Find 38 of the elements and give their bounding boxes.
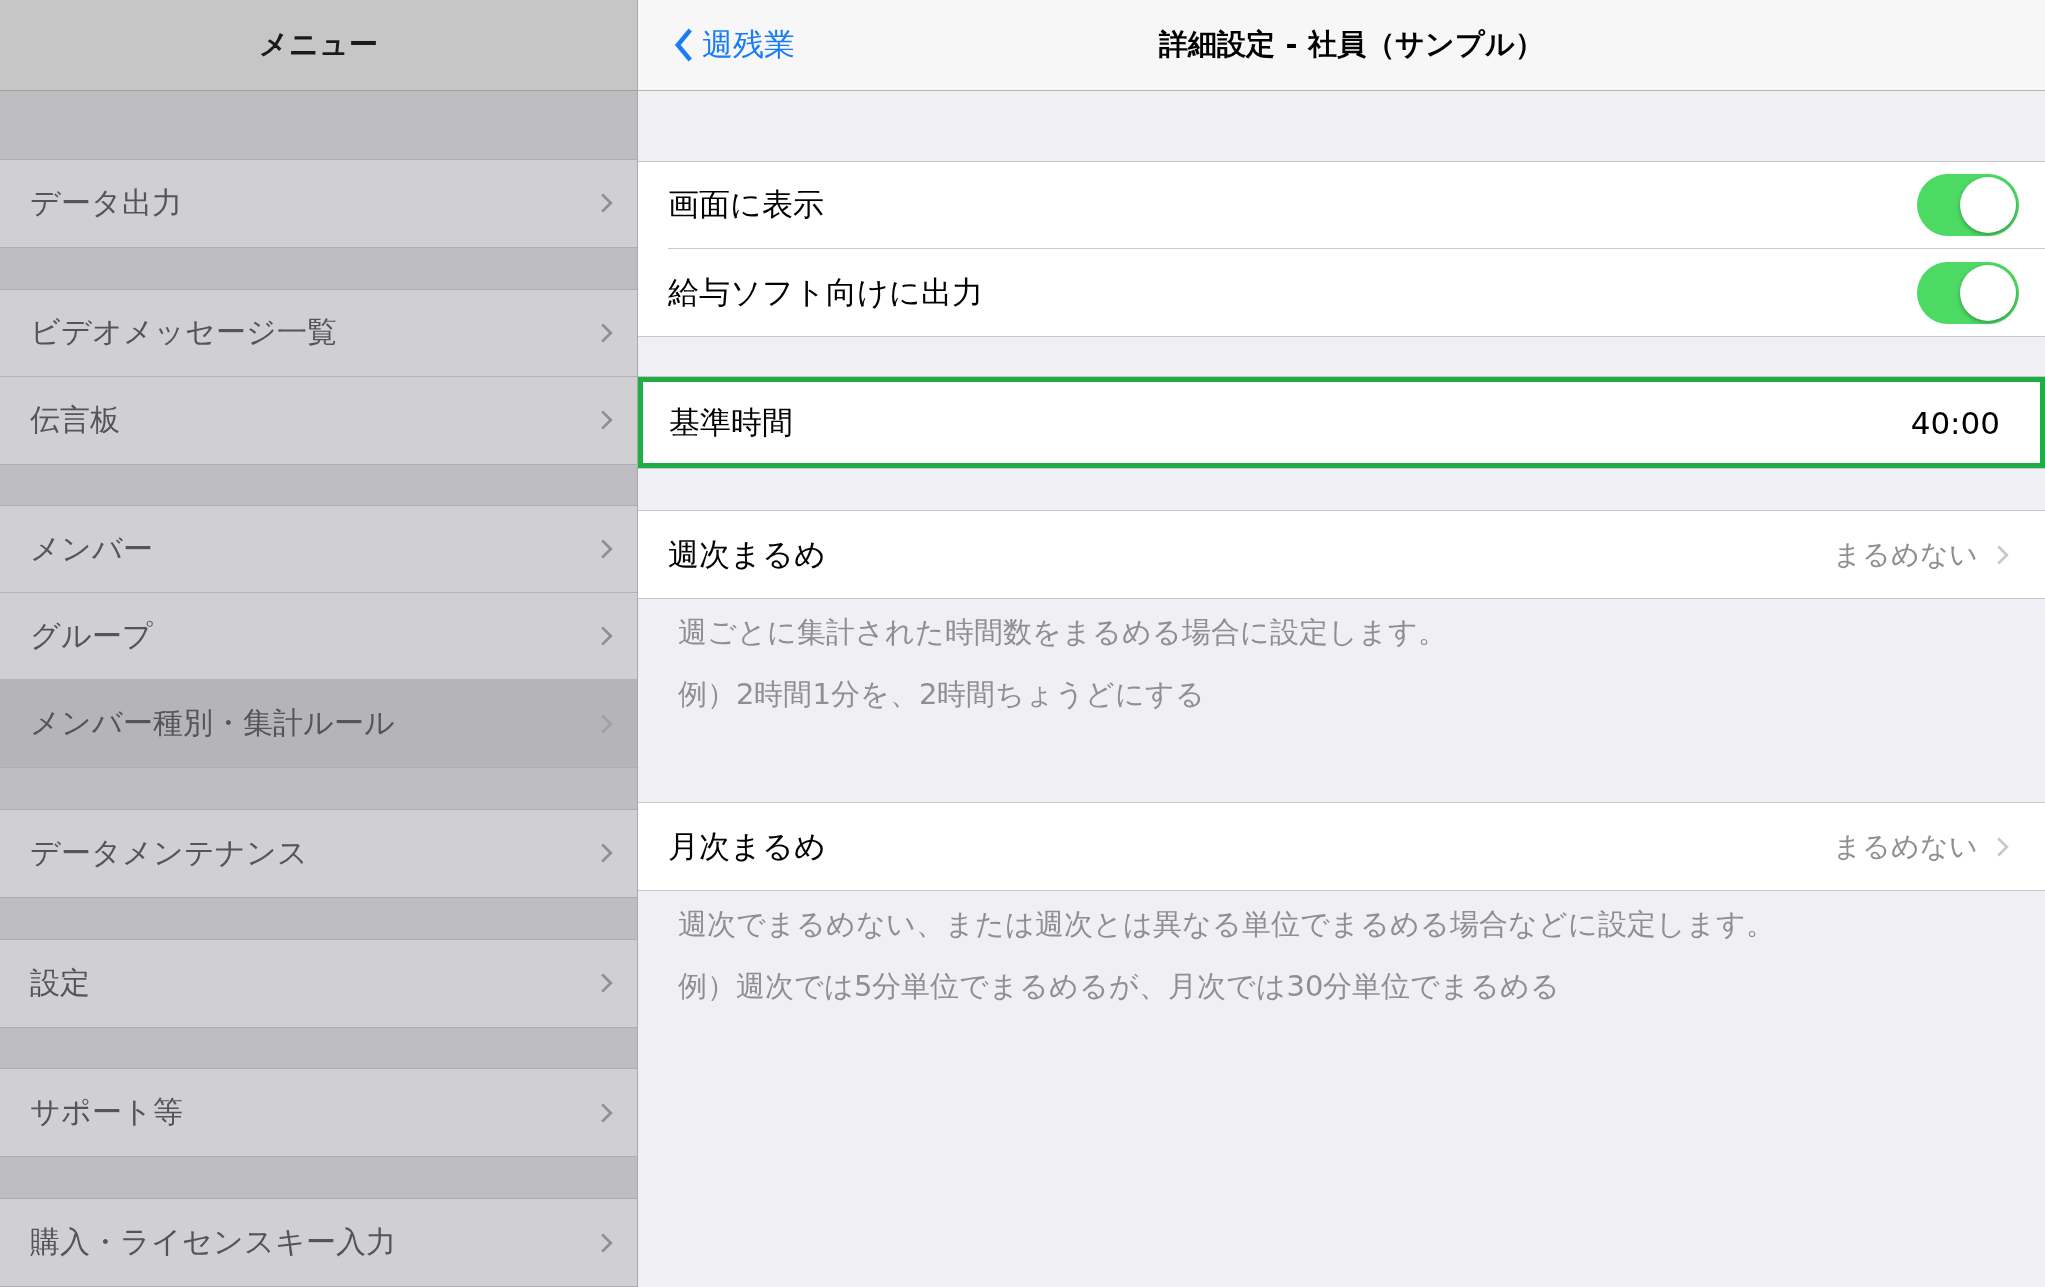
menu-title: メニュー xyxy=(259,26,378,63)
menu-item[interactable]: ビデオメッセージ一覧 xyxy=(0,289,637,377)
menu-item[interactable]: データ出力 xyxy=(0,159,637,247)
row-label: 給与ソフト向けに出力 xyxy=(668,272,984,312)
chevron-icon xyxy=(600,1231,613,1254)
menu-item[interactable]: 伝言板 xyxy=(0,376,637,464)
row-value: 40:00 xyxy=(1910,404,2000,441)
menu-item[interactable]: サポート等 xyxy=(0,1069,637,1157)
chevron-icon xyxy=(600,192,613,215)
chevron-icon xyxy=(600,1101,613,1124)
chevron-icon xyxy=(600,625,613,648)
row-label: 基準時間 xyxy=(669,402,794,442)
footer-text: 週次でまるめない、または週次とは異なる単位でまるめる場合などに設定します。 xyxy=(678,906,1776,943)
row-label: 画面に表示 xyxy=(668,185,825,224)
back-button[interactable]: 週残業 xyxy=(674,0,795,90)
chevron-icon xyxy=(600,409,613,432)
chevron-icon xyxy=(600,972,613,995)
row-value: まるめない xyxy=(1833,828,1978,865)
menu-item[interactable]: メンバー xyxy=(0,506,637,594)
menu-item[interactable]: データメンテナンス xyxy=(0,809,637,897)
chevron-icon xyxy=(600,538,613,561)
toggle-switch[interactable] xyxy=(1917,261,2019,324)
chevron-icon xyxy=(600,321,613,344)
chevron-icon xyxy=(600,842,613,865)
chevron-icon xyxy=(1996,835,2009,858)
footer-text: 例）2時間1分を、2時間ちょうどにする xyxy=(678,676,1207,713)
chevron-icon xyxy=(1996,543,2009,566)
row-label: 週次まるめ xyxy=(668,534,827,574)
row-value: まるめない xyxy=(1833,536,1978,573)
menu-item[interactable]: メンバー種別・集計ルール xyxy=(0,680,637,768)
row-label: 月次まるめ xyxy=(668,826,827,866)
menu-item[interactable]: 購入・ライセンスキー入力 xyxy=(0,1199,637,1287)
footer-text: 週ごとに集計された時間数をまるめる場合に設定します。 xyxy=(678,614,1448,651)
back-chevron-icon xyxy=(674,27,694,63)
toggle-switch[interactable] xyxy=(1917,174,2019,236)
menu-item[interactable]: 設定 xyxy=(0,939,637,1027)
footer-text: 例）週次では5分単位でまるめるが、月次では30分単位でまるめる xyxy=(678,968,1562,1005)
screen-title: 詳細設定 - 社員（サンプル） xyxy=(1159,26,1544,63)
